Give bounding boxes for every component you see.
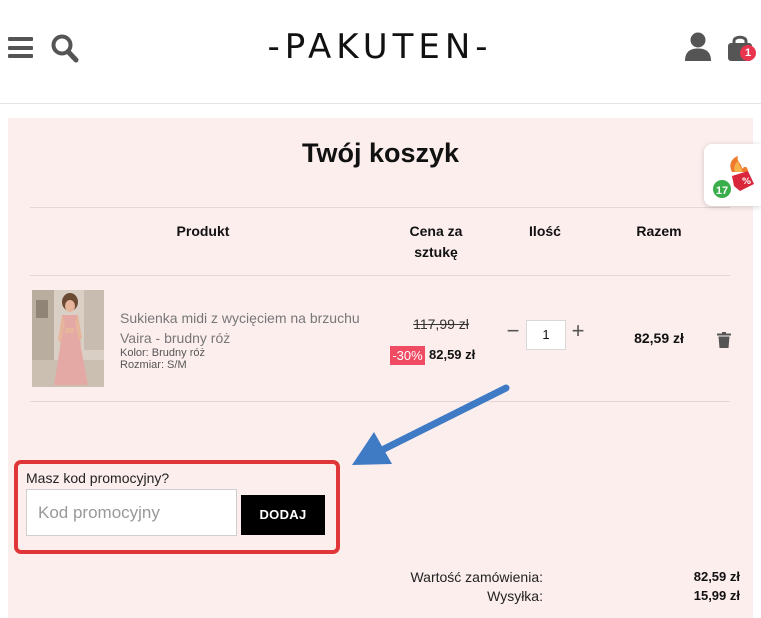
discount-badge: -30% [390,346,425,365]
cart-count-badge: 1 [740,45,756,61]
apply-promo-button[interactable]: DODAJ [241,495,325,535]
column-header-price: Cena za sztukę [386,221,486,263]
shipping-label: Wysyłka: [487,588,543,604]
product-color: Kolor: Brudny róż [120,347,205,359]
product-attributes: Kolor: Brudny róż Rozmiar: S/M [120,347,205,371]
page-title: Twój koszyk [301,138,460,168]
trash-icon[interactable] [717,332,731,348]
column-header-quantity: Ilość [529,223,561,239]
user-icon[interactable] [684,32,712,62]
promo-code-input[interactable] [26,489,237,536]
divider [30,207,730,208]
product-thumbnail[interactable] [32,290,104,387]
order-value: 82,59 zł [693,569,740,584]
discount-widget[interactable]: % [704,144,761,206]
row-total: 82,59 zł [634,330,684,346]
hamburger-menu-icon[interactable] [8,37,33,58]
product-name[interactable]: Sukienka midi z wycięciem na brzuchu Vai… [120,308,380,348]
column-header-total: Razem [636,223,682,239]
divider [30,401,730,402]
product-size: Rozmiar: S/M [120,359,187,371]
search-icon[interactable] [51,33,79,63]
old-price: 117,99 zł [413,316,469,332]
shipping-value: 15,99 zł [693,588,740,603]
column-header-product: Produkt [176,223,230,239]
quantity-input[interactable]: 1 [526,320,566,350]
quantity-increase-button[interactable]: + [570,320,586,342]
cart-panel: Twój koszyk Produkt Cena za sztukę Ilość… [8,118,753,618]
quantity-decrease-button[interactable]: − [505,320,521,342]
divider [30,275,730,276]
unit-price: 82,59 zł [429,347,476,362]
column-header-price-line1: Cena za [409,223,463,239]
column-header-price-line2: sztukę [414,244,458,260]
order-value-label: Wartość zamówienia: [410,569,543,585]
site-logo[interactable]: -PAKUTEN- [200,27,560,67]
site-header: -PAKUTEN- 1 [0,0,761,104]
promo-code-label: Masz kod promocyjny? [26,470,170,486]
discount-widget-count: 17 [711,178,733,200]
svg-text:%: % [742,177,751,187]
